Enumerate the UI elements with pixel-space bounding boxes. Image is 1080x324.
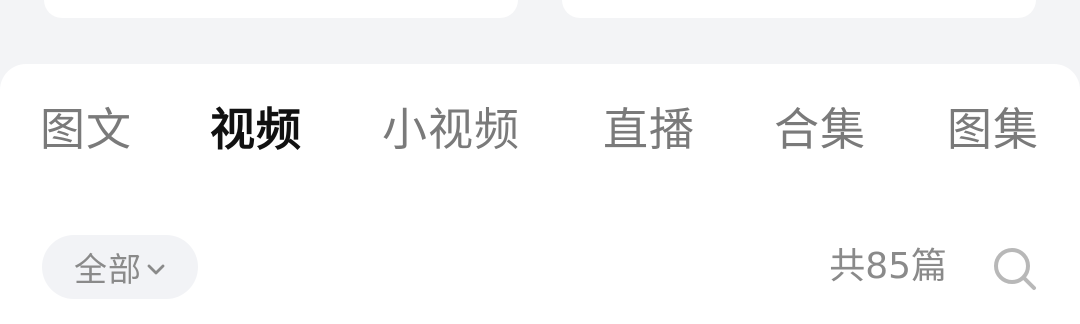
tab-image-text[interactable]: 图文 [40, 103, 132, 157]
content-filter-panel: 图文 视频 小视频 直播 合集 图集 全部 共85篇 [0, 64, 1080, 324]
tab-gallery[interactable]: 图集 [947, 103, 1039, 157]
result-count: 共85篇 [829, 246, 947, 287]
previous-card-right [562, 0, 1036, 18]
tab-live[interactable]: 直播 [603, 103, 695, 157]
tab-video[interactable]: 视频 [210, 103, 302, 157]
previous-card-left [44, 0, 518, 18]
chevron-down-icon [146, 258, 166, 276]
filter-dropdown[interactable]: 全部 [42, 235, 198, 299]
search-icon [991, 245, 1039, 293]
filter-selected-label: 全部 [74, 250, 142, 289]
search-button[interactable] [991, 245, 1039, 293]
tab-short-video[interactable]: 小视频 [382, 103, 520, 157]
tab-collection[interactable]: 合集 [774, 103, 866, 157]
